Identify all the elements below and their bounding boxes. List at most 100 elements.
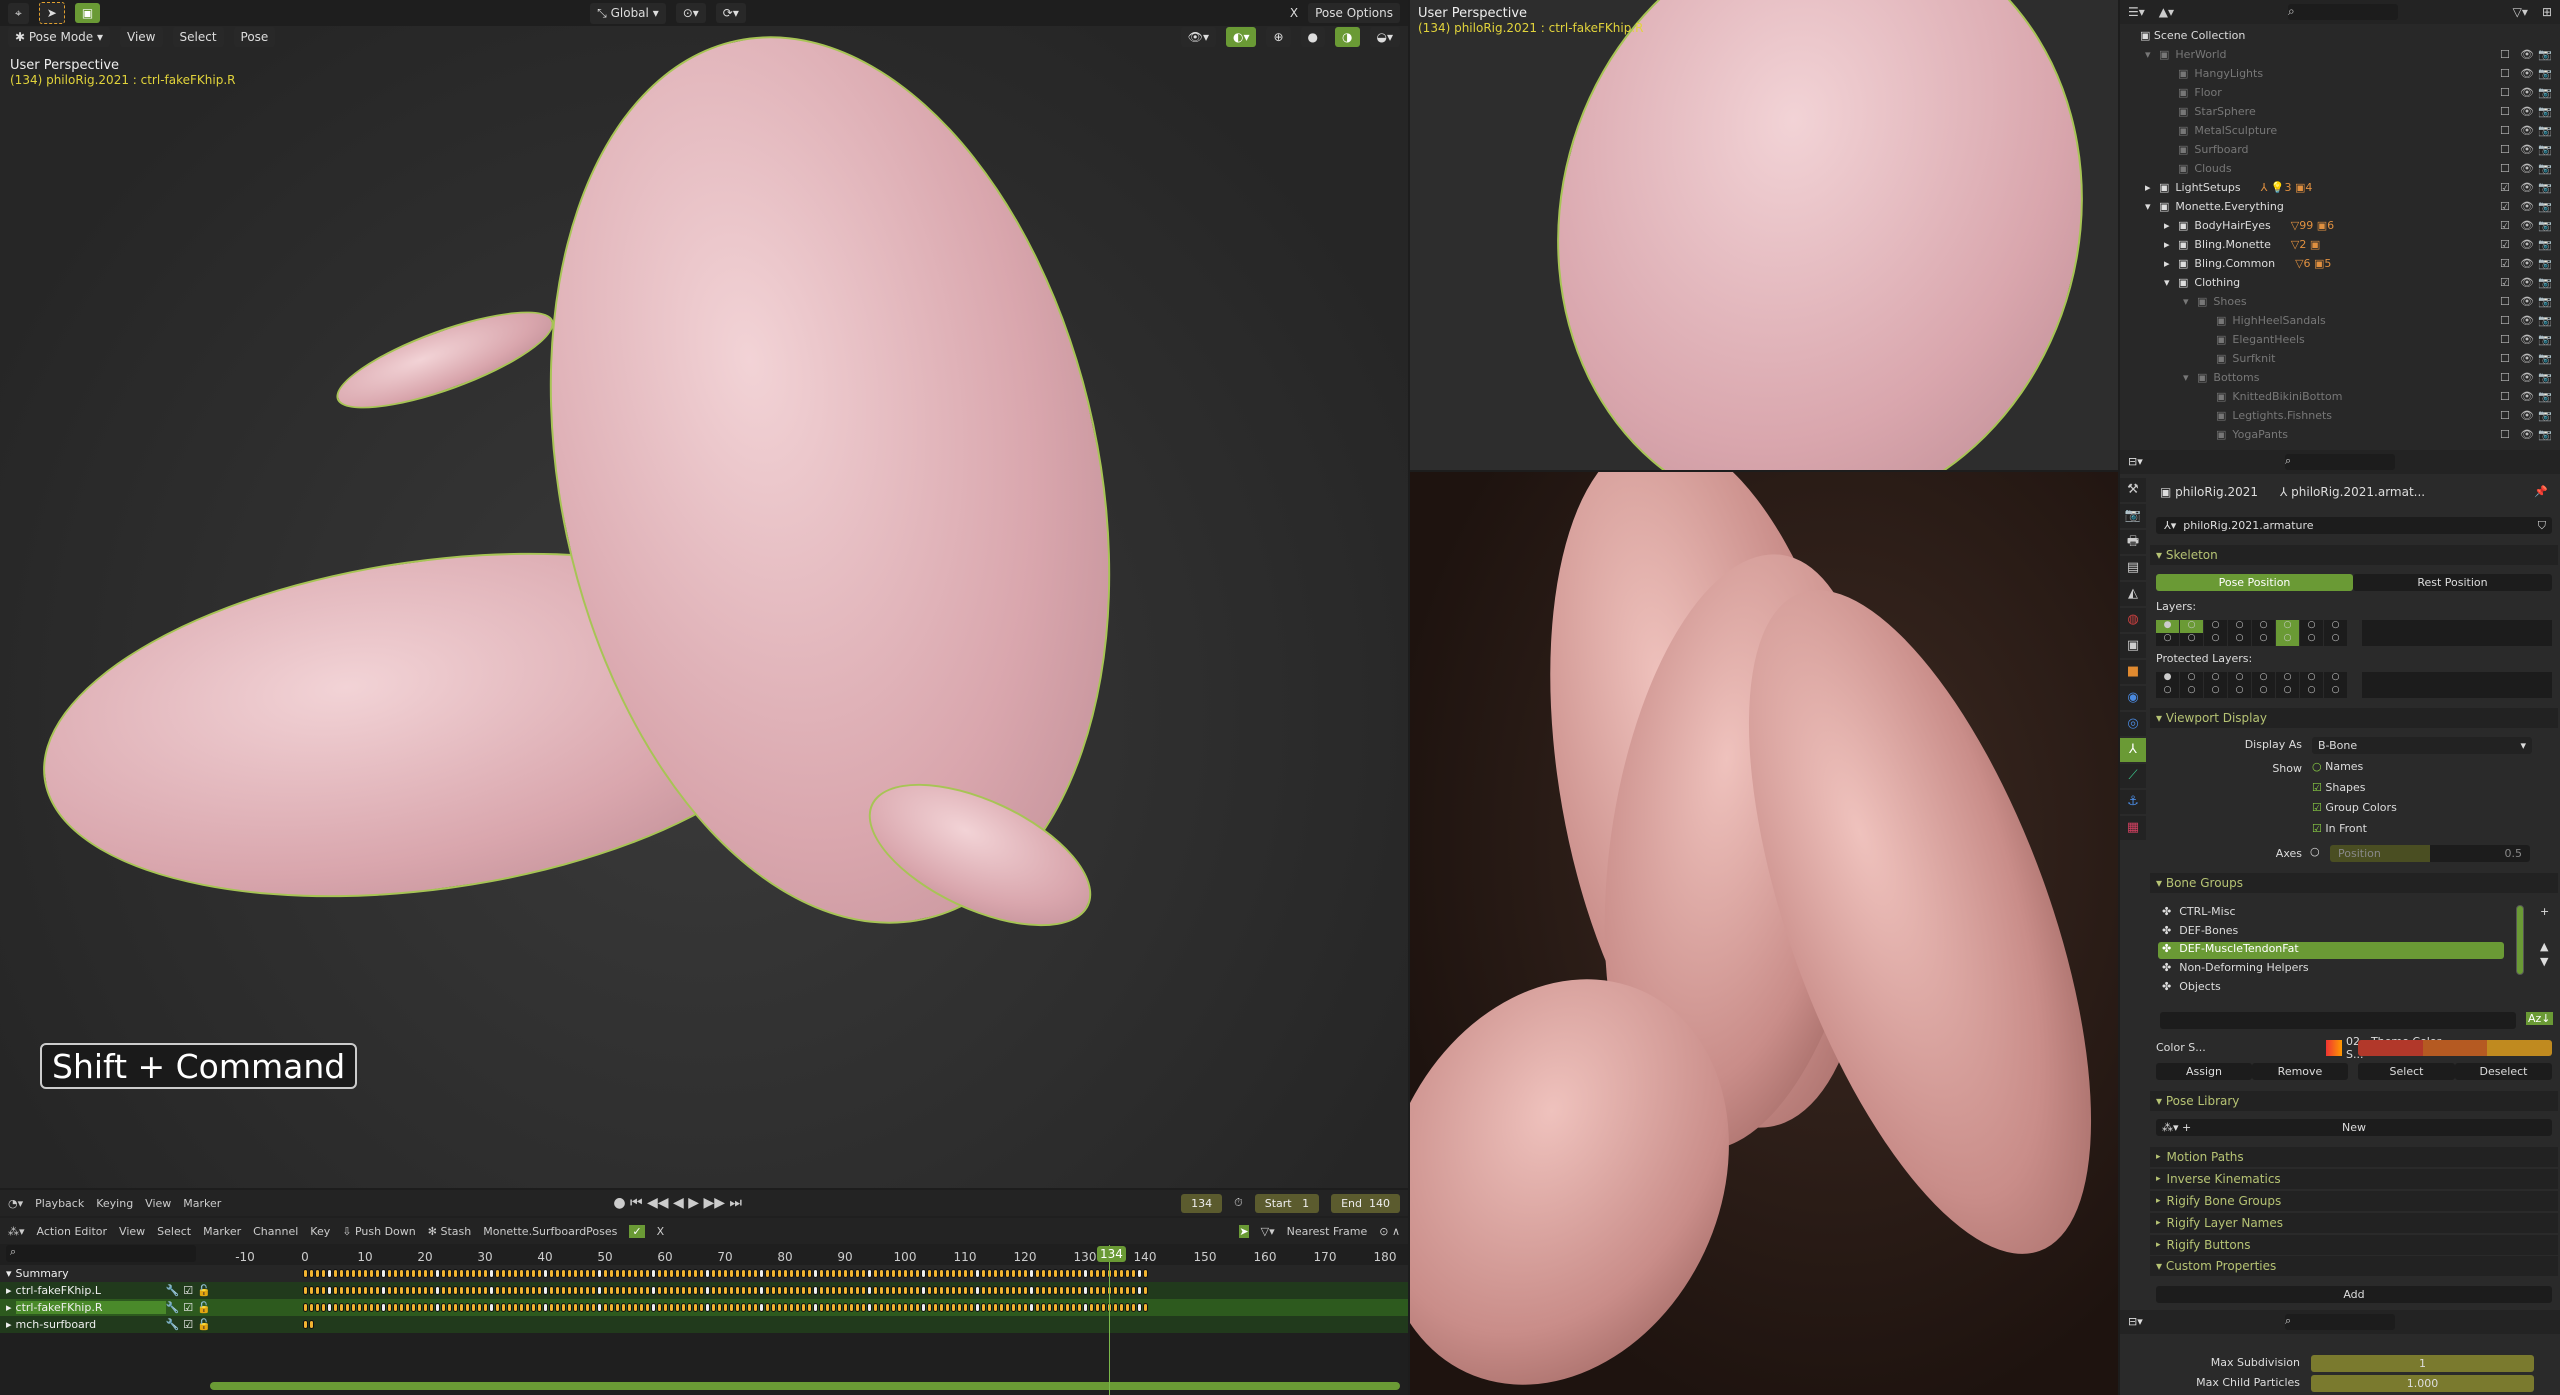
keyframe[interactable]	[1113, 1269, 1118, 1278]
move-up-button[interactable]: ▲	[2540, 940, 2548, 953]
keyframe[interactable]	[483, 1303, 488, 1312]
keyframe[interactable]	[747, 1286, 752, 1295]
end-frame-field[interactable]: End 140	[1331, 1193, 1400, 1213]
keyframe[interactable]	[735, 1269, 740, 1278]
orientation-dropdown[interactable]: ⤡ Global ▾	[590, 2, 666, 24]
keyframe[interactable]	[729, 1303, 734, 1312]
keyframe[interactable]	[951, 1269, 956, 1278]
keyframe[interactable]	[465, 1303, 470, 1312]
keyframe[interactable]	[465, 1286, 470, 1295]
menu-keying[interactable]: Keying	[96, 1197, 133, 1210]
keyframe[interactable]	[327, 1286, 332, 1295]
keyframe[interactable]	[987, 1286, 992, 1295]
show-group-colors-checkbox[interactable]: ☑ Group Colors	[2312, 801, 2512, 814]
keyframe[interactable]	[945, 1286, 950, 1295]
keyframe[interactable]	[1083, 1269, 1088, 1278]
exclude-checkbox[interactable]: ☐	[2500, 428, 2510, 441]
keyframe[interactable]	[1041, 1303, 1046, 1312]
push-down-button[interactable]: ⇩ Push Down	[342, 1225, 416, 1238]
keyframe[interactable]	[783, 1269, 788, 1278]
keyframe[interactable]	[1137, 1286, 1142, 1295]
mode-dropdown[interactable]: Action Editor	[37, 1225, 108, 1238]
keyframe[interactable]	[1053, 1303, 1058, 1312]
keyframe[interactable]	[1011, 1286, 1016, 1295]
keyframe[interactable]	[513, 1303, 518, 1312]
object-tab-icon[interactable]: ■	[2120, 660, 2146, 684]
collapsed-panel-header[interactable]: ▸ Inverse Kinematics	[2150, 1169, 2558, 1189]
output-tab-icon[interactable]: 🖶	[2120, 530, 2146, 554]
deselect-button[interactable]: Deselect	[2455, 1063, 2552, 1080]
layer-button[interactable]: ○	[2204, 633, 2227, 646]
keyframe[interactable]	[975, 1269, 980, 1278]
keyframe[interactable]	[843, 1303, 848, 1312]
layer-button[interactable]: ○	[2324, 685, 2347, 698]
keyframe[interactable]	[645, 1303, 650, 1312]
keyframe[interactable]	[411, 1303, 416, 1312]
keyframe[interactable]	[1083, 1303, 1088, 1312]
keyframe[interactable]	[807, 1303, 812, 1312]
channel-row[interactable]: ▸ ctrl-fakeFKhip.L 🔧 ☑ 🔓	[0, 1282, 1408, 1299]
visibility-eye-icon[interactable]: 👁	[2520, 314, 2534, 327]
keyframe[interactable]	[633, 1286, 638, 1295]
outliner-item[interactable]: ▸ ▣ Bling.Common ▽6 ▣5 ☑ 👁 📷	[2120, 254, 2560, 273]
expand-arrow[interactable]: ▸	[6, 1301, 12, 1314]
outliner-item[interactable]: ▣ YogaPants ☐ 👁 📷	[2120, 425, 2560, 444]
layer-button[interactable]: ○	[2156, 633, 2179, 646]
visibility-eye-icon[interactable]: 👁	[2520, 295, 2534, 308]
visibility-eye-icon[interactable]: 👁	[2520, 428, 2534, 441]
keyframe[interactable]	[909, 1269, 914, 1278]
keyframe[interactable]	[369, 1303, 374, 1312]
render-camera-icon[interactable]: 📷	[2538, 200, 2552, 213]
keyframe[interactable]	[939, 1286, 944, 1295]
keyframe[interactable]	[525, 1286, 530, 1295]
search-input[interactable]: ⌕	[2285, 1314, 2395, 1330]
keyframe[interactable]	[627, 1269, 632, 1278]
search-input[interactable]: ⌕	[2285, 454, 2395, 470]
keyframe[interactable]	[1011, 1303, 1016, 1312]
exclude-checkbox[interactable]: ☐	[2500, 295, 2510, 308]
exclude-checkbox[interactable]: ☑	[2500, 181, 2510, 194]
editor-type-icon[interactable]: ⁂▾	[8, 1225, 25, 1238]
bone-group-item[interactable]: ✤ CTRL-Misc	[2158, 905, 2504, 922]
keyframe[interactable]	[813, 1286, 818, 1295]
keyframe[interactable]	[657, 1303, 662, 1312]
keyframe[interactable]	[621, 1269, 626, 1278]
keyframe[interactable]	[927, 1269, 932, 1278]
keyframe[interactable]	[1143, 1303, 1148, 1312]
keyframe[interactable]	[1119, 1286, 1124, 1295]
keyframe[interactable]	[519, 1303, 524, 1312]
mute-checkbox[interactable]: ☑	[183, 1284, 193, 1297]
keyframe[interactable]	[873, 1303, 878, 1312]
keyframe[interactable]	[501, 1303, 506, 1312]
keyframe[interactable]	[579, 1269, 584, 1278]
keyframe[interactable]	[867, 1303, 872, 1312]
display-as-dropdown[interactable]: B-Bone ▾	[2312, 737, 2532, 754]
outliner-item[interactable]: ▾ ▣ Clothing ☑ 👁 📷	[2120, 273, 2560, 292]
keyframe[interactable]	[795, 1303, 800, 1312]
exclude-checkbox[interactable]: ☐	[2500, 352, 2510, 365]
keyframe[interactable]	[393, 1303, 398, 1312]
exclude-checkbox[interactable]: ☐	[2500, 314, 2510, 327]
keyframe[interactable]	[861, 1303, 866, 1312]
visibility-eye-icon[interactable]: 👁	[2520, 219, 2534, 232]
keyframe[interactable]	[567, 1303, 572, 1312]
keyframe[interactable]	[381, 1269, 386, 1278]
lock-icon[interactable]: 🔓	[197, 1318, 211, 1331]
keyframe[interactable]	[801, 1286, 806, 1295]
layer-button[interactable]: ○	[2252, 620, 2275, 633]
outliner-item[interactable]: ▾ ▣ Bottoms ☐ 👁 📷	[2120, 368, 2560, 387]
keyframe[interactable]	[459, 1286, 464, 1295]
keyframe[interactable]	[645, 1286, 650, 1295]
active-color-swatch[interactable]	[2487, 1040, 2552, 1056]
keyframe[interactable]	[417, 1303, 422, 1312]
menu-select[interactable]: Select	[172, 27, 224, 47]
layer-button[interactable]: ○	[2276, 685, 2299, 698]
keyframe[interactable]	[981, 1269, 986, 1278]
keyframe[interactable]	[1059, 1303, 1064, 1312]
keyframe[interactable]	[675, 1269, 680, 1278]
keyframe[interactable]	[363, 1286, 368, 1295]
keyframe[interactable]	[471, 1269, 476, 1278]
keyframe[interactable]	[753, 1303, 758, 1312]
exclude-checkbox[interactable]: ☐	[2500, 67, 2510, 80]
keyframe[interactable]	[837, 1303, 842, 1312]
